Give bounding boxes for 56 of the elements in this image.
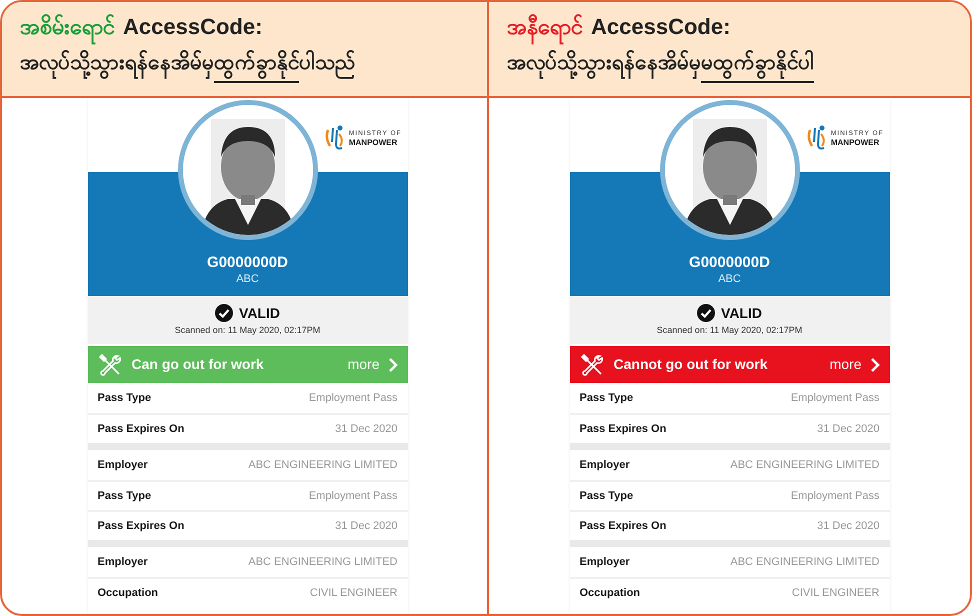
field-value: CIVIL ENGINEER <box>310 586 398 601</box>
field-label: Employer <box>98 554 148 570</box>
field-value: 31 Dec 2020 <box>817 518 880 534</box>
check-icon <box>697 304 716 322</box>
field-label: Pass Type <box>98 390 152 406</box>
field-value: Employment Pass <box>308 390 398 406</box>
field-label: Pass Expires On <box>98 518 184 534</box>
more-button[interactable]: more <box>348 354 398 375</box>
tools-icon <box>580 352 604 376</box>
field-value: ABC ENGINEERING LIMITED <box>730 458 880 473</box>
validity-status: VALID <box>721 304 762 323</box>
check-icon <box>215 304 234 322</box>
field-value: 31 Dec 2020 <box>817 422 880 437</box>
pass-number: G0000000D <box>207 254 288 272</box>
validity-status: VALID <box>239 304 280 323</box>
logo-text: MANPOWER <box>348 138 398 147</box>
field-value: ABC ENGINEERING LIMITED <box>248 458 398 473</box>
field-label: Pass Expires On <box>580 422 666 437</box>
status-label: Cannot go out for work <box>614 355 768 374</box>
access-code-label: AccessCode: <box>123 13 262 41</box>
field-value: CIVIL ENGINEER <box>792 586 880 601</box>
field-label: Pass Expires On <box>98 422 184 437</box>
logo-icon <box>806 124 828 152</box>
chevron-right-icon <box>870 356 880 372</box>
field-label: Employer <box>580 554 630 570</box>
holder-name: ABC <box>718 272 741 286</box>
field-label: Occupation <box>98 586 158 601</box>
chevron-right-icon <box>388 356 398 372</box>
status-label: Can go out for work <box>132 355 264 374</box>
field-value: 31 Dec 2020 <box>335 518 398 534</box>
field-value: Employment Pass <box>790 390 880 406</box>
access-code-label: AccessCode: <box>591 13 730 41</box>
field-value: 31 Dec 2020 <box>335 422 398 437</box>
status-word: အနီရောင် <box>507 10 583 43</box>
field-label: Pass Type <box>580 390 634 406</box>
heading-sentence: အလုပ်သို့သွားရန်နေအိမ်မှထွက်ခွာနိုင်ပါသည် <box>20 47 469 83</box>
field-label: Pass Type <box>98 488 152 504</box>
pass-number: G0000000D <box>689 254 770 272</box>
field-label: Occupation <box>580 586 640 601</box>
field-label: Pass Expires On <box>580 518 666 534</box>
field-label: Pass Type <box>580 488 634 504</box>
scan-time: Scanned on: 11 May 2020, 02:17PM <box>174 324 320 337</box>
tools-icon <box>98 352 122 376</box>
field-value: Employment Pass <box>790 488 880 504</box>
scan-time: Scanned on: 11 May 2020, 02:17PM <box>656 324 802 337</box>
holder-name: ABC <box>236 272 259 286</box>
field-label: Employer <box>98 458 148 473</box>
heading-sentence: အလုပ်သို့သွားရန်နေအိမ်မှမထွက်ခွာနိုင်ပါ <box>507 47 952 83</box>
status-word: အစိမ်းရောင် <box>20 10 115 43</box>
field-value: ABC ENGINEERING LIMITED <box>730 554 880 570</box>
logo-text: MANPOWER <box>830 138 880 147</box>
field-value: Employment Pass <box>308 488 398 504</box>
logo-icon <box>324 124 346 152</box>
field-value: ABC ENGINEERING LIMITED <box>248 554 398 570</box>
more-button[interactable]: more <box>830 354 880 375</box>
field-label: Employer <box>580 458 630 473</box>
